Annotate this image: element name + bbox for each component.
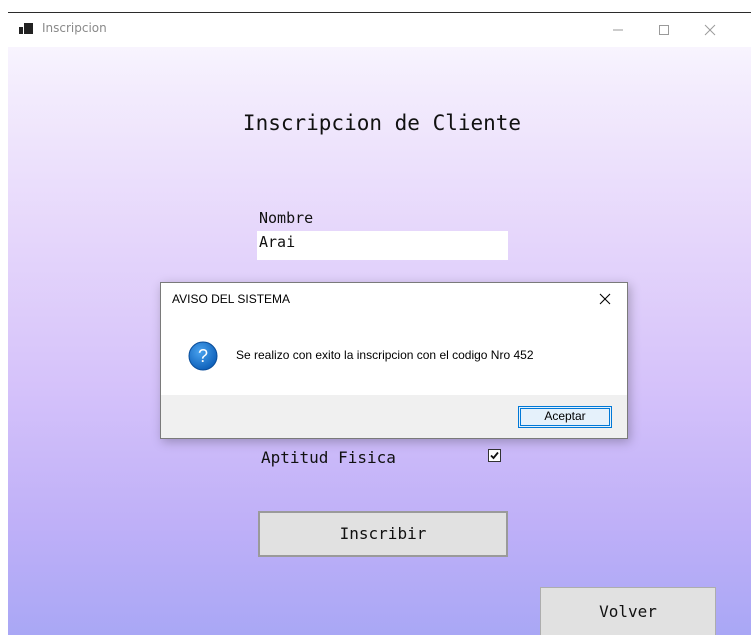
window-title: Inscripcion <box>42 21 107 35</box>
system-message-dialog: AVISO DEL SISTEMA ? Se realizo con exito… <box>160 282 628 439</box>
volver-button[interactable]: Volver <box>540 587 716 635</box>
nombre-label: Nombre <box>259 209 314 227</box>
inscribir-button[interactable]: Inscribir <box>258 511 508 557</box>
svg-text:?: ? <box>198 346 208 366</box>
dialog-close-button[interactable] <box>595 289 615 309</box>
title-bar[interactable]: Inscripcion <box>8 13 751 47</box>
checkmark-icon <box>490 451 499 460</box>
app-window-icon <box>19 23 34 35</box>
aptitud-fisica-checkbox[interactable] <box>488 449 501 462</box>
dialog-message: Se realizo con exito la inscripcion con … <box>236 348 534 362</box>
close-icon <box>704 24 716 36</box>
nombre-input[interactable]: Arai <box>257 231 508 260</box>
aptitud-fisica-label: Aptitud Fisica <box>261 448 396 467</box>
dialog-title: AVISO DEL SISTEMA <box>172 292 291 306</box>
maximize-button[interactable] <box>641 13 687 47</box>
close-icon <box>599 293 611 305</box>
question-icon: ? <box>188 341 218 371</box>
page-title: Inscripcion de Cliente <box>242 111 522 135</box>
minimize-icon <box>613 29 623 31</box>
maximize-icon <box>659 25 669 35</box>
minimize-button[interactable] <box>595 13 641 47</box>
close-button[interactable] <box>687 13 733 47</box>
aceptar-button[interactable]: Aceptar <box>518 406 612 428</box>
